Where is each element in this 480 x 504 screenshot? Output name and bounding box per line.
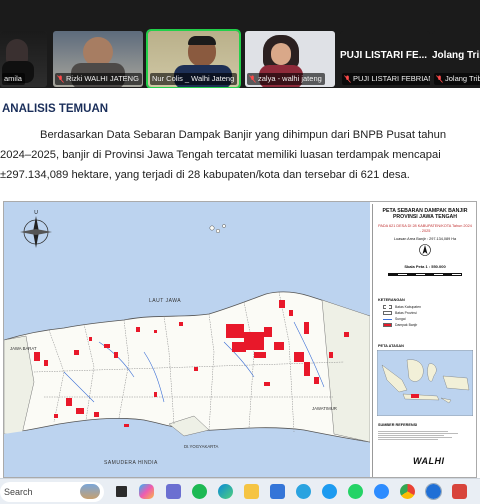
map-canvas: U LAUT JAWA JAWA BARAT JAWATIMUR DI.YOGY… (4, 202, 370, 477)
edge-icon[interactable] (218, 484, 233, 499)
participant-strip: amila Rizki WALHI JATENG Nur Colis _ Wal… (0, 0, 480, 89)
participant-name: PUJI LISTARI FEBRIANA (353, 74, 430, 83)
legend-subtitle: PADA 621 DESA DI 28 KABUPATEN/KOTA Tahun… (378, 224, 472, 233)
zoom-meeting-active-icon[interactable] (425, 483, 442, 500)
participant-name-tag: Jolang Tribuana (434, 73, 480, 85)
participant-header-name: PUJI LISTARI FE... (340, 50, 428, 61)
legend-area: Luasan Area Banjir : 297.134,089 Ha (393, 237, 457, 241)
sea-label: LAUT JAWA (149, 298, 181, 304)
mic-muted-icon (249, 75, 256, 83)
teams-icon[interactable] (166, 484, 181, 499)
telegram-icon[interactable] (296, 484, 311, 499)
participant-tile[interactable]: Jolang Tribu Jolang Tribuana (432, 31, 480, 87)
participant-name: zalya - walhi jateng (258, 74, 322, 83)
file-explorer-icon[interactable] (244, 484, 259, 499)
participant-name-tag: Nur Colis _ Walhi Jateng (150, 73, 238, 85)
paragraph-line: ±297.134,089 hektare, yang terjadi di 28… (0, 169, 410, 181)
sea-label: SAMUDERA HINDIA (104, 460, 158, 466)
province-label: JAWA BARAT (10, 346, 37, 351)
chrome-icon[interactable] (400, 484, 415, 499)
legend-item-label: Batas Kabupaten (395, 305, 422, 309)
svg-text:U: U (34, 210, 38, 216)
legend-item: Batas Provinsi (383, 311, 417, 315)
participant-tile[interactable]: Rizki WALHI JATENG (53, 31, 143, 87)
legend-item-label: Sungai (395, 317, 406, 321)
windows-taskbar: Search (0, 478, 480, 504)
task-view-icon[interactable] (114, 484, 129, 499)
legend-item: Sungai (383, 317, 406, 321)
participant-name: Jolang Tribuana (445, 74, 480, 83)
participant-tile-active[interactable]: Nur Colis _ Walhi Jateng (146, 29, 241, 89)
spotify-icon[interactable] (192, 484, 207, 499)
participant-name-tag: PUJI LISTARI FEBRIANA (342, 73, 430, 85)
reference-lines (378, 430, 458, 441)
legend-item: Dampak Banjir (383, 323, 417, 327)
participant-tile[interactable]: amila (0, 31, 47, 87)
participant-name: Nur Colis _ Walhi Jateng (152, 74, 235, 83)
legend-item-label: Dampak Banjir (395, 323, 418, 327)
whatsapp-icon[interactable] (348, 484, 363, 499)
legend-title: PETA SEBARAN DAMPAK BANJIR PROVINSI JAWA… (382, 208, 468, 220)
paragraph-line: 2024–2025, banjir di Provinsi Jawa Tenga… (0, 149, 441, 161)
legend-swatch (383, 318, 392, 320)
participant-name-tag: Rizki WALHI JATENG (55, 73, 142, 85)
scale-bar (388, 273, 462, 276)
participant-name: Rizki WALHI JATENG (66, 74, 139, 83)
walhi-logo: WALHI (413, 456, 445, 466)
mic-muted-icon (436, 75, 443, 83)
app-icon[interactable] (452, 484, 467, 499)
participant-tile[interactable]: PUJI LISTARI FE... PUJI LISTARI FEBRIANA (340, 31, 430, 87)
map-legend: PETA SEBARAN DAMPAK BANJIR PROVINSI JAWA… (372, 204, 476, 477)
search-label: Search (4, 487, 33, 497)
legend-scale: Skala Peta 1 : 550.000 (404, 264, 446, 269)
mic-muted-icon (344, 75, 351, 83)
legend-section-title: KETERANGAN (378, 298, 405, 302)
slide-paragraph: Berdasarkan Data Sebaran Dampak Banjir y… (0, 125, 480, 185)
slide-heading: ANALISIS TEMUAN (2, 103, 109, 115)
landscape-widget-icon[interactable] (80, 484, 100, 499)
copilot-icon[interactable] (139, 484, 154, 499)
shared-screen-slide: ANALISIS TEMUAN Berdasarkan Data Sebaran… (0, 88, 480, 478)
mic-muted-icon (57, 75, 64, 83)
province-label: JAWATIMUR (312, 406, 337, 411)
zoom-app-icon[interactable] (374, 484, 389, 499)
legend-item-label: Batas Provinsi (395, 311, 417, 315)
legend-item: Batas Kabupaten (383, 305, 421, 309)
flood-map: U LAUT JAWA JAWA BARAT JAWATIMUR DI.YOGY… (3, 201, 477, 478)
paragraph-line: Berdasarkan Data Sebaran Dampak Banjir y… (40, 129, 447, 141)
references-title: SUMBER REFERENSI (378, 423, 418, 427)
participant-header-name: Jolang Tribu (432, 50, 480, 61)
inset-map (377, 350, 473, 416)
inset-title: PETA ATASAN (378, 344, 404, 348)
legend-swatch (383, 311, 392, 315)
participant-tile[interactable]: zalya - walhi jateng (245, 31, 335, 87)
legend-swatch (383, 305, 392, 309)
twitter-icon[interactable] (322, 484, 337, 499)
participant-name: amila (4, 74, 22, 83)
legend-swatch (383, 323, 392, 327)
participant-name-tag: zalya - walhi jateng (247, 73, 325, 85)
ms-store-icon[interactable] (270, 484, 285, 499)
north-arrow-icon (419, 244, 431, 256)
province-label: DI.YOGYAKARTA (184, 444, 219, 449)
participant-name-tag: amila (2, 73, 25, 85)
